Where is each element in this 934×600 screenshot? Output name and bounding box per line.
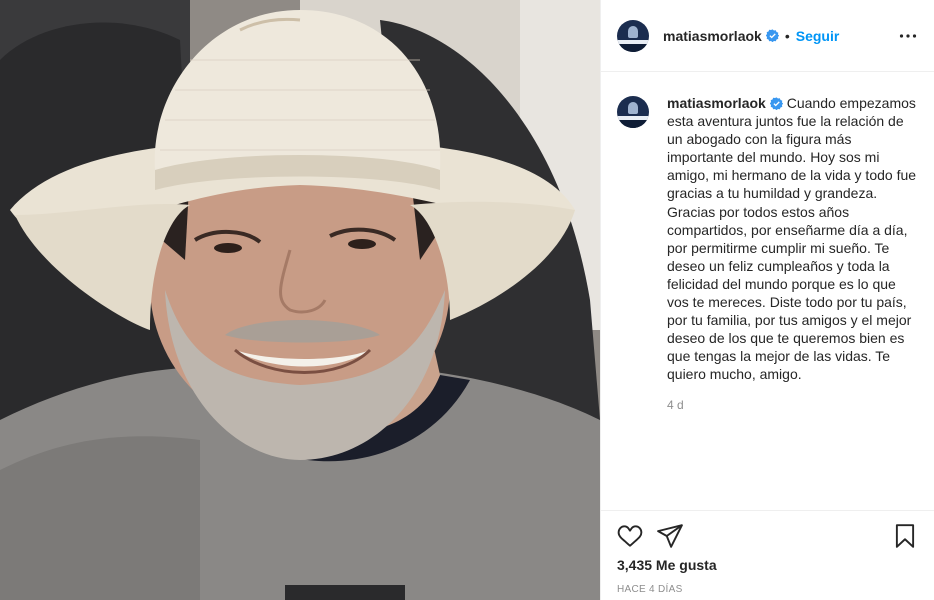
caption-area: matiasmorlaok Cuando empezamos esta aven… [601, 72, 934, 510]
post-photo[interactable] [0, 0, 600, 600]
action-bar: 3,435 Me gusta HACE 4 DÍAS [601, 510, 934, 600]
action-icons [617, 511, 918, 559]
posted-ago[interactable]: HACE 4 DÍAS [617, 584, 683, 595]
verified-badge-icon [765, 29, 779, 42]
avatar[interactable] [617, 19, 649, 52]
header-username[interactable]: matiasmorlaok [663, 28, 762, 44]
bookmark-icon[interactable] [892, 523, 918, 549]
instagram-post: matiasmorlaok • Seguir matiasmorlaok Cua [0, 0, 934, 600]
send-icon[interactable] [657, 523, 683, 549]
caption-username[interactable]: matiasmorlaok [667, 95, 766, 111]
caption-timestamp[interactable]: 4 d [667, 396, 918, 414]
separator-dot: • [784, 27, 790, 44]
post-sidebar: matiasmorlaok • Seguir matiasmorlaok Cua [600, 0, 934, 600]
caption-avatar[interactable] [617, 96, 649, 128]
caption-text: Cuando empezamos esta aventura juntos fu… [667, 95, 917, 383]
verified-badge-icon [769, 97, 783, 110]
post-header: matiasmorlaok • Seguir [601, 0, 934, 72]
caption: matiasmorlaok Cuando empezamos esta aven… [667, 94, 918, 510]
heart-icon[interactable] [617, 523, 643, 549]
follow-button[interactable]: Seguir [796, 28, 840, 44]
likes-count[interactable]: 3,435 Me gusta [617, 557, 717, 573]
portrait-illustration [0, 0, 600, 600]
more-options-icon[interactable] [898, 26, 918, 46]
